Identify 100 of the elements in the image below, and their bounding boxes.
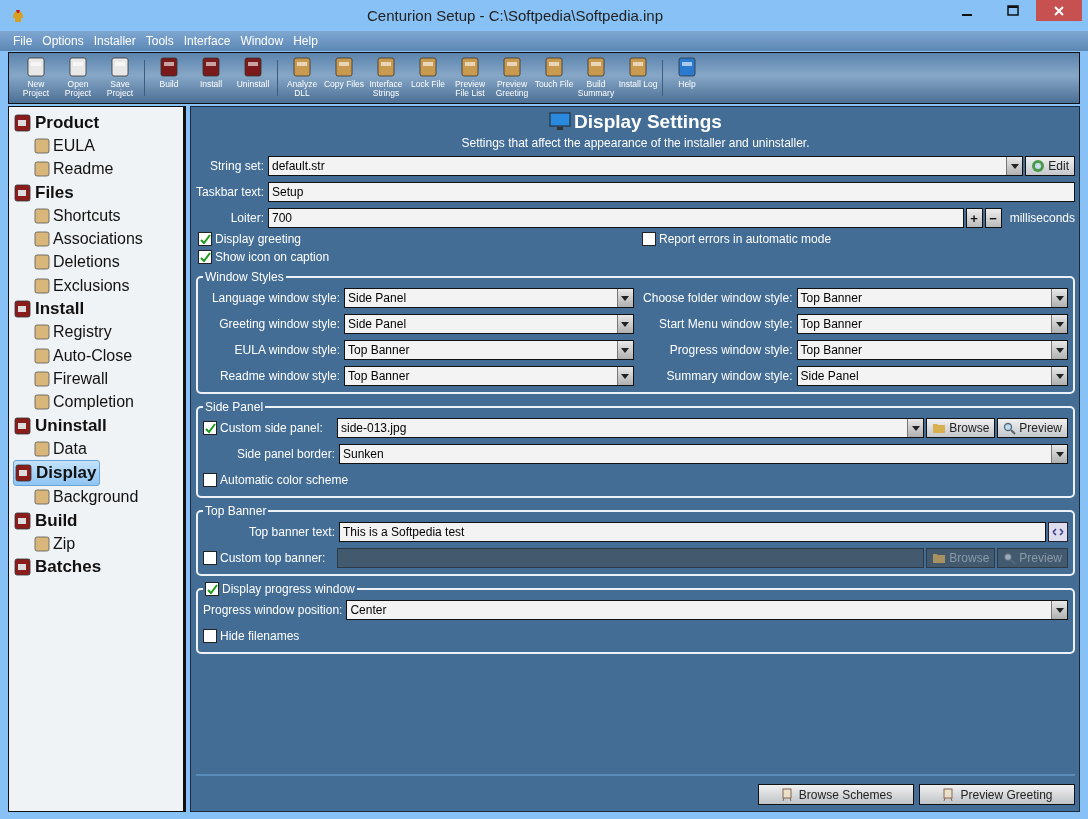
tree-item[interactable]: Readme: [33, 157, 117, 181]
spin-button[interactable]: +: [965, 208, 983, 228]
checkbox[interactable]: Show icon on caption: [198, 250, 642, 264]
tree-item[interactable]: Data: [33, 437, 90, 461]
caret-icon: [1055, 607, 1064, 613]
dropdown[interactable]: Sunken: [339, 444, 1068, 464]
tree-item[interactable]: Install: [13, 297, 88, 321]
dropdown[interactable]: side-013.jpg: [337, 418, 925, 438]
toolbar-button[interactable]: Interface Strings: [365, 54, 407, 102]
toolbar-button[interactable]: Preview File List: [449, 54, 491, 102]
tree-item[interactable]: Files: [13, 180, 77, 205]
check-icon: [199, 251, 211, 263]
checkbox[interactable]: Display progress window: [205, 582, 355, 596]
checkbox[interactable]: Display greeting: [198, 232, 642, 246]
page-icon: [33, 230, 51, 249]
toolbar-button[interactable]: Build Summary: [575, 54, 617, 102]
caret-icon: [1010, 163, 1019, 169]
browse-button[interactable]: Browse: [926, 418, 996, 438]
box-icon: [13, 182, 33, 203]
number-field[interactable]: 700: [268, 208, 964, 228]
tree-item[interactable]: Completion: [33, 390, 137, 414]
toolbar-button[interactable]: Preview Greeting: [491, 54, 533, 102]
dropdown[interactable]: Top Banner: [796, 340, 1068, 360]
page-icon: [33, 346, 51, 365]
box-icon: [291, 56, 313, 78]
dropdown[interactable]: Side Panel: [344, 314, 634, 334]
dropdown[interactable]: Center: [346, 600, 1068, 620]
magnifier-icon: [1003, 551, 1017, 565]
tree-item[interactable]: Uninstall: [13, 413, 110, 438]
checkbox[interactable]: Automatic color scheme: [203, 473, 349, 487]
field-label: Summary window style:: [665, 369, 794, 383]
dropdown[interactable]: Top Banner: [344, 340, 634, 360]
text-field[interactable]: This is a Softpedia test: [339, 522, 1046, 542]
tree-item[interactable]: Batches: [13, 555, 105, 579]
toolbar-button[interactable]: Open Project: [57, 54, 99, 102]
monitor-icon: [549, 112, 572, 132]
browse-schemes-button[interactable]: Browse Schemes: [758, 784, 914, 805]
box-icon: [13, 112, 33, 133]
caret-icon: [1055, 373, 1064, 379]
dropdown[interactable]: Side Panel: [344, 288, 634, 308]
dropdown[interactable]: Top Banner: [796, 314, 1068, 334]
checkbox[interactable]: Custom side panel:: [203, 421, 335, 435]
checkbox[interactable]: Hide filenames: [203, 629, 300, 643]
page-icon: [33, 160, 51, 179]
check-icon: [206, 583, 218, 595]
box-icon: [242, 56, 264, 78]
page-subtitle: Settings that affect the appearance of the installer and uninstaller.: [460, 136, 811, 150]
dropdown[interactable]: Top Banner: [344, 366, 634, 386]
tree-item[interactable]: Zip: [33, 532, 79, 556]
tree-item[interactable]: Product: [13, 111, 103, 135]
tree-item[interactable]: Registry: [33, 320, 115, 344]
tree-item[interactable]: Build: [13, 509, 81, 533]
tree-item[interactable]: Associations: [33, 227, 146, 251]
caret-icon: [1055, 321, 1064, 327]
field-label: Readme window style:: [218, 369, 341, 383]
group-title: Window Styles: [204, 270, 285, 284]
box-icon: [13, 557, 33, 578]
box-icon: [676, 56, 698, 78]
tree-item[interactable]: Firewall: [33, 367, 112, 391]
tree-item[interactable]: Background: [33, 485, 142, 510]
field-label: Side panel border:: [235, 447, 336, 461]
tree-item[interactable]: Display: [13, 460, 101, 486]
tree-item[interactable]: Auto-Close: [33, 343, 136, 368]
box-icon: [501, 56, 523, 78]
box-icon: [417, 56, 439, 78]
toolbar-button[interactable]: Save Project: [99, 54, 141, 102]
toolbar-button[interactable]: Analyze DLL: [281, 54, 323, 102]
page-icon: [33, 439, 51, 458]
field-label: Language window style:: [210, 291, 341, 305]
text-field[interactable]: Setup: [268, 182, 1075, 202]
preview-greeting-button[interactable]: Preview Greeting: [919, 784, 1075, 805]
page-icon: [33, 276, 51, 295]
easel-icon: [941, 787, 956, 802]
dropdown[interactable]: default.str: [268, 156, 1024, 176]
tree-item[interactable]: Exclusions: [33, 274, 133, 298]
checkbox[interactable]: Custom top banner:: [203, 551, 335, 565]
folder-icon: [932, 552, 947, 564]
caret-icon: [621, 295, 629, 301]
box-icon: [13, 510, 33, 531]
box-icon: [543, 56, 565, 78]
easel-icon: [779, 787, 794, 802]
edit-button[interactable]: Edit: [1025, 156, 1075, 176]
dropdown[interactable]: Side Panel: [796, 366, 1068, 386]
tree-item[interactable]: Shortcuts: [33, 204, 124, 228]
checkbox[interactable]: Report errors in automatic mode: [642, 232, 1075, 246]
close-button[interactable]: [1036, 0, 1082, 21]
globe-icon: [1031, 159, 1046, 173]
page-icon: [33, 393, 51, 412]
caret-icon: [1055, 451, 1064, 457]
spin-button[interactable]: −: [984, 208, 1002, 228]
text-field[interactable]: [337, 548, 925, 568]
tree-item[interactable]: Deletions: [33, 250, 123, 275]
tag-icon[interactable]: [1048, 522, 1068, 542]
caret-icon: [621, 321, 629, 327]
preview-button[interactable]: Preview: [997, 418, 1068, 438]
dropdown[interactable]: Top Banner: [796, 288, 1068, 308]
folder-icon: [932, 422, 947, 434]
tree-item[interactable]: EULA: [33, 134, 98, 158]
box-icon: [13, 299, 33, 319]
toolbar-button[interactable]: New Project: [15, 54, 57, 102]
